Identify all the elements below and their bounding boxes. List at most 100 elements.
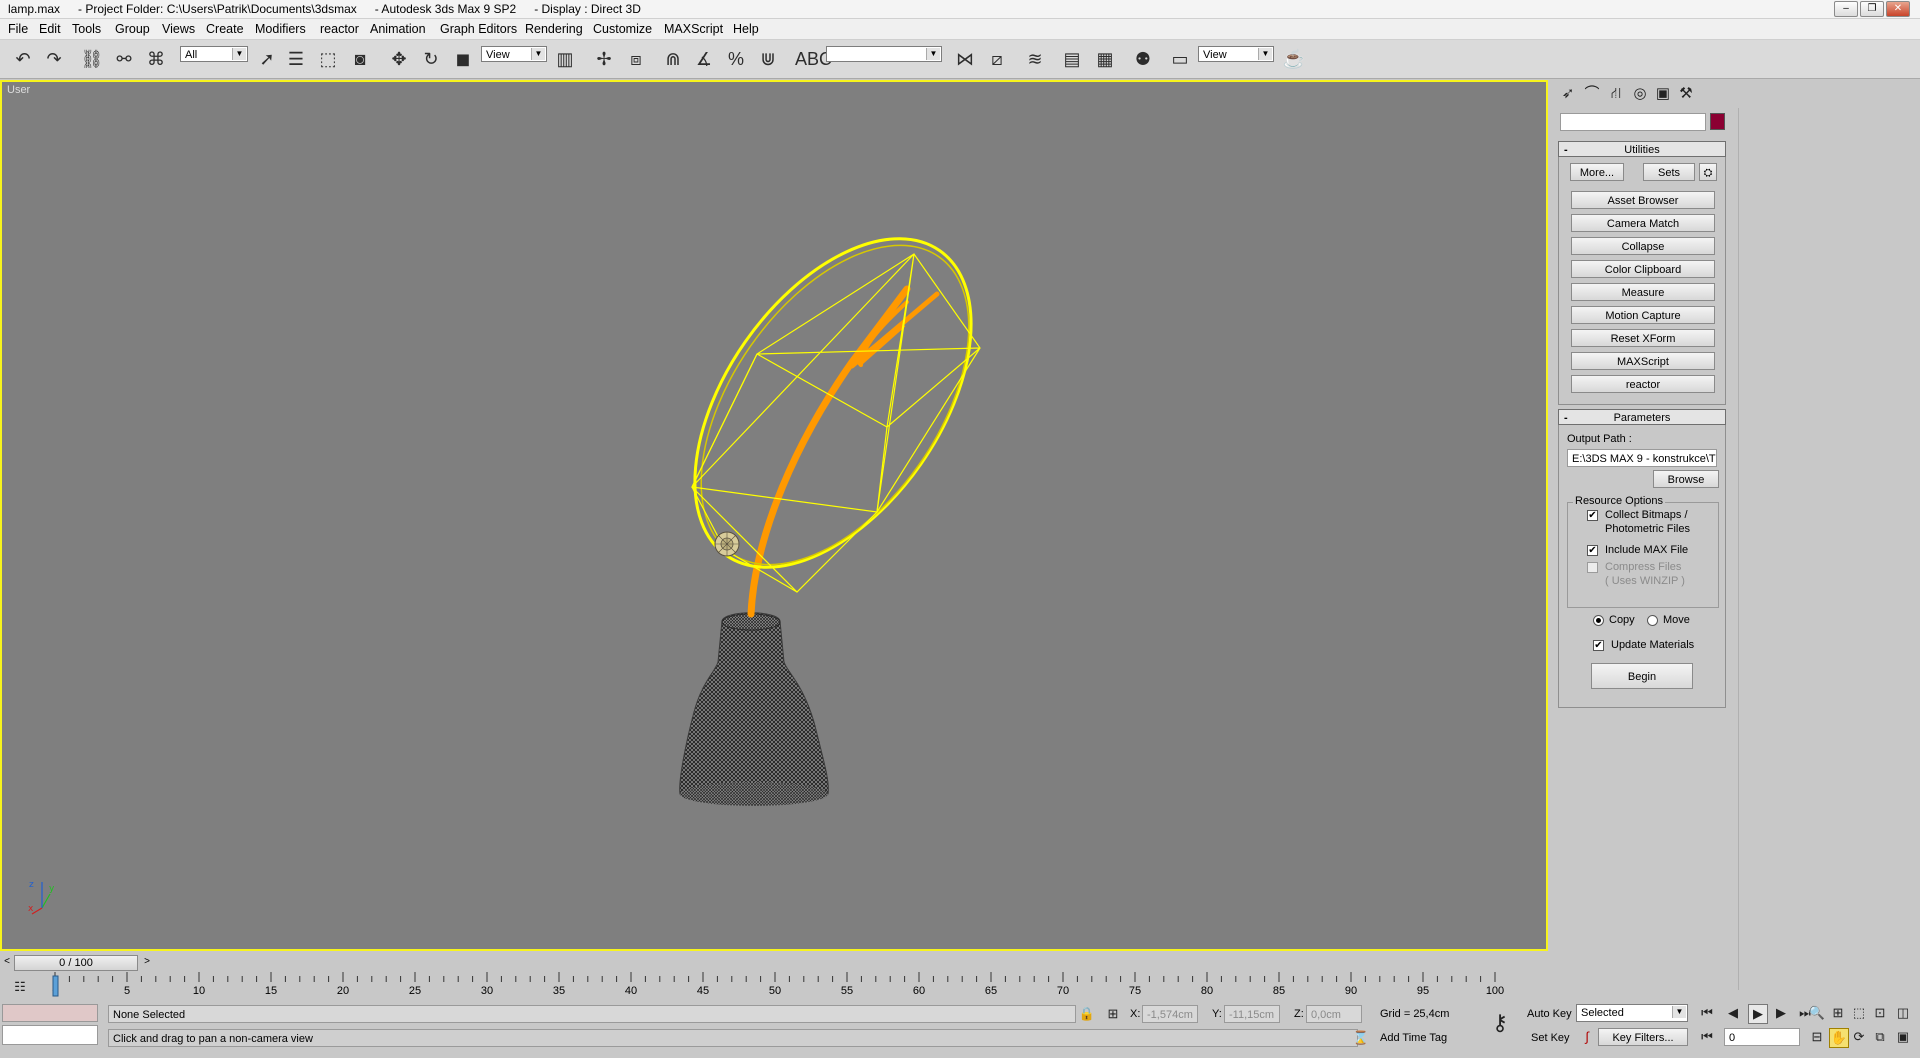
move-icon[interactable]: ✥ (387, 47, 411, 71)
current-frame-marker[interactable] (52, 975, 59, 997)
reactor-button[interactable]: reactor (1571, 375, 1715, 393)
key-filters-button[interactable]: Key Filters... (1598, 1028, 1688, 1046)
object-name-field[interactable] (1560, 113, 1706, 131)
menu-rendering[interactable]: Rendering (525, 22, 583, 36)
move-radio[interactable] (1647, 615, 1658, 626)
go-to-start-icon[interactable]: ⏮ (1698, 1004, 1716, 1022)
measure-button[interactable]: Measure (1571, 283, 1715, 301)
absolute-mode-icon[interactable]: ⊞ (1104, 1005, 1122, 1023)
collect-bitmaps-checkbox[interactable]: ✔ (1587, 510, 1598, 521)
reference-coordinate-dropdown[interactable]: View ▼ (481, 46, 547, 62)
zoom-extents-all-icon[interactable]: ⊡ (1871, 1004, 1889, 1022)
keyboard-shortcut-override-icon[interactable]: ⧈ (624, 47, 648, 71)
set-key-curve-icon[interactable]: ∫ (1578, 1028, 1596, 1046)
time-tag-icon[interactable]: ⌛ (1352, 1029, 1370, 1047)
menu-modifiers[interactable]: Modifiers (255, 22, 306, 36)
collapse-button[interactable]: Collapse (1571, 237, 1715, 255)
menu-reactor[interactable]: reactor (320, 22, 359, 36)
display-tab-icon[interactable]: ▣ (1653, 84, 1673, 104)
curve-editor-icon[interactable]: ▤ (1060, 47, 1084, 71)
menu-tools[interactable]: Tools (72, 22, 101, 36)
utilities-tab-icon[interactable]: ⚒ (1676, 84, 1696, 104)
minimize-icon[interactable]: – (1834, 1, 1858, 17)
hierarchy-tab-icon[interactable]: ⛙ (1606, 84, 1626, 104)
time-slider[interactable]: < 0 / 100 > (0, 953, 156, 971)
configure-sets-icon[interactable]: ⛭ (1699, 163, 1717, 181)
utilities-rollout-header[interactable]: - Utilities (1558, 141, 1726, 157)
align-icon[interactable]: ⧄ (985, 47, 1009, 71)
include-max-file-checkbox[interactable]: ✔ (1587, 545, 1598, 556)
selection-lock-icon[interactable]: 🔒 (1078, 1005, 1096, 1023)
key-icon[interactable]: ⚷ (1486, 1012, 1514, 1034)
reset-xform-button[interactable]: Reset XForm (1571, 329, 1715, 347)
menu-animation[interactable]: Animation (370, 22, 426, 36)
mirror-icon[interactable]: ⋈ (953, 47, 977, 71)
camera-match-button[interactable]: Camera Match (1571, 214, 1715, 232)
maxscript-input[interactable] (2, 1025, 98, 1045)
more-button[interactable]: More... (1570, 163, 1624, 181)
select-manipulate-icon[interactable]: ✢ (592, 47, 616, 71)
browse-button[interactable]: Browse (1653, 470, 1719, 488)
next-frame-icon[interactable]: ▶ (1772, 1004, 1790, 1022)
compress-files-checkbox[interactable] (1587, 562, 1598, 573)
asset-browser-button[interactable]: Asset Browser (1571, 191, 1715, 209)
pivot-center-icon[interactable]: ▥ (553, 47, 577, 71)
set-key-button[interactable]: Set Key (1531, 1032, 1570, 1044)
rectangular-selection-icon[interactable]: ⬚ (316, 47, 340, 71)
previous-frame-icon[interactable]: ◀ (1724, 1004, 1742, 1022)
unlink-icon[interactable]: ⚯ (112, 47, 136, 71)
snaps-toggle-icon[interactable]: ⋒ (661, 47, 685, 71)
field-of-view-icon[interactable]: ◫ (1894, 1004, 1912, 1022)
edit-named-selection-icon[interactable]: ABC (795, 47, 832, 71)
begin-button[interactable]: Begin (1591, 663, 1693, 689)
track-bar[interactable]: ☷ 05101520253035404550556065707580859095… (0, 972, 1548, 998)
render-scene-icon[interactable]: ▭ (1168, 47, 1192, 71)
auto-key-button[interactable]: Auto Key (1527, 1008, 1572, 1020)
motion-tab-icon[interactable]: ◎ (1630, 84, 1650, 104)
menu-graph-editors[interactable]: Graph Editors (440, 22, 517, 36)
menu-maxscript[interactable]: MAXScript (664, 22, 723, 36)
menu-help[interactable]: Help (733, 22, 759, 36)
select-by-name-icon[interactable]: ☰ (284, 47, 308, 71)
layer-manager-icon[interactable]: ≋ (1023, 47, 1047, 71)
restore-icon[interactable]: ❐ (1860, 1, 1884, 17)
key-mode-dropdown[interactable]: Selected ▼ (1576, 1004, 1688, 1022)
select-link-icon[interactable]: ⛓ (80, 47, 104, 71)
menu-customize[interactable]: Customize (593, 22, 652, 36)
select-object-icon[interactable]: ➚ (255, 47, 279, 71)
angle-snap-icon[interactable]: ∡ (692, 47, 716, 71)
menu-edit[interactable]: Edit (39, 22, 61, 36)
x-coordinate-field[interactable]: -1,574cm (1142, 1005, 1198, 1023)
copy-radio[interactable] (1593, 615, 1604, 626)
z-coordinate-field[interactable]: 0,0cm (1306, 1005, 1362, 1023)
current-frame-field[interactable]: 0 (1724, 1028, 1800, 1046)
percent-snap-icon[interactable]: % (724, 47, 748, 71)
rotate-icon[interactable]: ↻ (419, 47, 443, 71)
undo-icon[interactable]: ↶ (11, 47, 35, 71)
bind-space-warp-icon[interactable]: ⌘ (144, 47, 168, 71)
material-editor-icon[interactable]: ⚉ (1131, 47, 1155, 71)
add-time-tag[interactable]: Add Time Tag (1376, 1029, 1476, 1047)
selection-filter-dropdown[interactable]: All ▼ (180, 46, 248, 62)
update-materials-checkbox[interactable]: ✔ (1593, 640, 1604, 651)
maximize-viewport-icon[interactable]: ⧉ (1871, 1028, 1889, 1046)
menu-group[interactable]: Group (115, 22, 150, 36)
output-path-field[interactable]: E:\3DS MAX 9 - konstrukce\T (1567, 449, 1717, 467)
menu-create[interactable]: Create (206, 22, 244, 36)
render-view-dropdown[interactable]: View ▼ (1198, 46, 1274, 62)
zoom-extents-icon[interactable]: ⬚ (1850, 1004, 1868, 1022)
scale-icon[interactable]: ◼ (451, 47, 475, 71)
min-max-toggle-icon[interactable]: ▣ (1894, 1028, 1912, 1046)
modify-tab-icon[interactable]: ⌒ (1582, 84, 1602, 104)
maxscript-listener-mini[interactable] (2, 1004, 98, 1022)
time-slider-prev-icon[interactable]: < (2, 955, 12, 969)
key-mode-toggle-icon[interactable]: ⏮ (1698, 1028, 1716, 1046)
zoom-icon[interactable]: 🔍 (1808, 1004, 1826, 1022)
create-tab-icon[interactable]: ➶ (1558, 84, 1578, 104)
redo-icon[interactable]: ↷ (42, 47, 66, 71)
maxscript-button[interactable]: MAXScript (1571, 352, 1715, 370)
menu-file[interactable]: File (8, 22, 28, 36)
arc-rotate-icon[interactable]: ⟳ (1850, 1028, 1868, 1046)
viewport-user[interactable]: User x y z (0, 80, 1548, 951)
time-slider-thumb[interactable]: 0 / 100 (14, 955, 138, 971)
